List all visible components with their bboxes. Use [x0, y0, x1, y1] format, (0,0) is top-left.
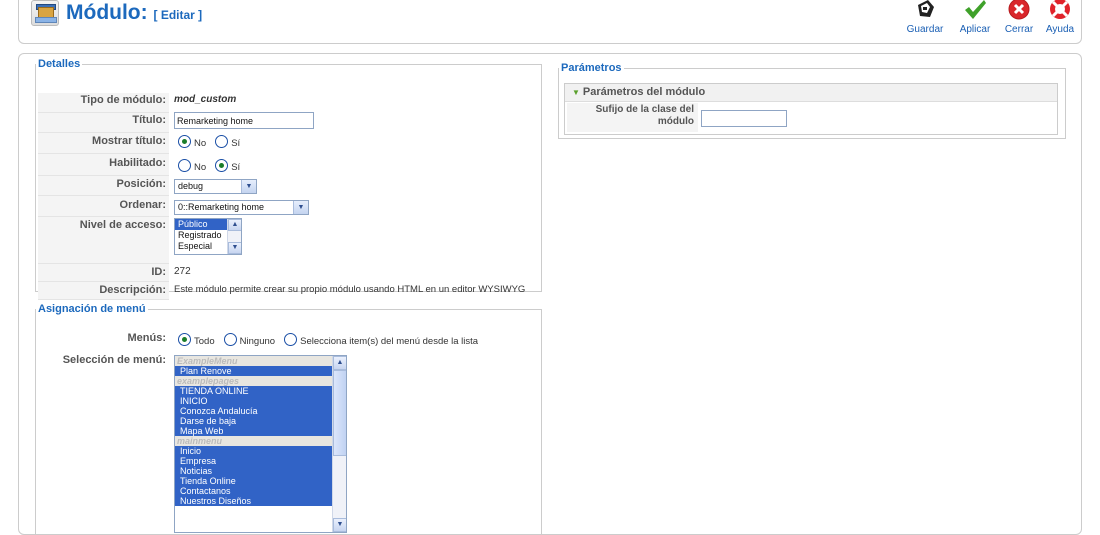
- module-parameters-title: Parámetros del módulo: [582, 86, 706, 98]
- details-fieldset: Detalles Tipo de módulo: mod_custom Títu…: [35, 58, 542, 300]
- menu-group-header: ExampleMenu: [175, 356, 346, 366]
- menus-radios: Todo Ninguno Selecciona item(s) del menú…: [178, 333, 484, 347]
- help-label: Ayuda: [1045, 24, 1075, 35]
- lifebuoy-icon: [1050, 0, 1070, 19]
- expand-triangle-icon: ▼: [572, 88, 580, 97]
- details-legend: Detalles: [38, 58, 81, 70]
- menu-group-header: examplepages: [175, 376, 346, 386]
- chevron-down-icon: ▼: [241, 180, 256, 193]
- show-title-no-label: No: [194, 138, 207, 149]
- description-value: Este módulo permite crear su propio módu…: [174, 284, 526, 295]
- close-icon: [1008, 0, 1030, 20]
- save-label: Guardar: [906, 24, 944, 35]
- suffix-label: Sufijo de la clase del módulo: [565, 104, 694, 128]
- menu-item[interactable]: Darse de baja: [175, 416, 346, 426]
- show-title-yes-radio[interactable]: [215, 135, 229, 148]
- show-title-radios: No Sí: [178, 135, 246, 149]
- scroll-thumb[interactable]: [333, 370, 346, 456]
- suffix-label-line2: módulo: [657, 116, 694, 127]
- title-label: Título:: [132, 114, 166, 126]
- access-list-scrollbar[interactable]: ▲ ▼: [227, 219, 241, 254]
- show-title-label: Mostrar título:: [92, 135, 166, 147]
- menu-item[interactable]: Mapa Web: [175, 426, 346, 436]
- position-value: debug: [178, 181, 204, 191]
- scroll-down-icon[interactable]: ▼: [228, 242, 241, 254]
- apply-button[interactable]: Aplicar: [955, 0, 995, 35]
- menu-selection-label: Selección de menú:: [62, 354, 166, 366]
- access-level-list[interactable]: Público Registrado Especial ▲ ▼: [174, 218, 242, 255]
- menus-none-radio[interactable]: [223, 333, 237, 346]
- position-label: Posición:: [116, 178, 166, 190]
- module-manager-icon: [31, 0, 59, 26]
- scroll-up-icon[interactable]: ▲: [228, 219, 241, 231]
- save-icon: [918, 0, 934, 17]
- menus-select-radio[interactable]: [284, 333, 298, 346]
- close-label: Cerrar: [1004, 24, 1034, 35]
- enabled-yes-radio[interactable]: [215, 159, 229, 172]
- menus-all-label: Todo: [194, 336, 215, 347]
- menu-item[interactable]: Contactanos: [175, 486, 346, 496]
- close-button[interactable]: Cerrar: [999, 0, 1039, 35]
- module-type-value: mod_custom: [174, 94, 237, 105]
- parameters-fieldset: Parámetros ▼ Parámetros del módulo Sufijo…: [558, 62, 1066, 139]
- id-label: ID:: [151, 266, 166, 278]
- enabled-no-label: No: [194, 162, 207, 173]
- suffix-label-line1: Sufijo de la clase del: [595, 104, 694, 115]
- menus-label: Menús:: [127, 332, 167, 344]
- show-title-no-radio[interactable]: [178, 135, 191, 148]
- position-select[interactable]: debug ▼: [174, 179, 257, 194]
- help-button[interactable]: Ayuda: [1040, 0, 1080, 35]
- menu-item[interactable]: Inicio: [175, 446, 346, 456]
- scroll-down-icon[interactable]: ▼: [333, 518, 346, 532]
- module-type-label: Tipo de módulo:: [80, 94, 166, 106]
- parameters-legend: Parámetros: [561, 62, 622, 74]
- menus-none-label: Ninguno: [239, 336, 276, 347]
- menus-all-radio[interactable]: [178, 333, 191, 346]
- id-value: 272: [174, 266, 191, 277]
- checkmark-icon: [965, 0, 986, 19]
- menu-item[interactable]: Plan Renove: [175, 366, 346, 376]
- module-parameters-panel: ▼ Parámetros del módulo Sufijo de la clas…: [564, 83, 1058, 135]
- description-label: Descripción:: [99, 284, 166, 296]
- module-parameters-header[interactable]: ▼ Parámetros del módulo: [565, 84, 1057, 102]
- menus-select-label: Selecciona item(s) del menú desde la lis…: [300, 336, 479, 347]
- menu-item[interactable]: TIENDA ONLINE: [175, 386, 346, 396]
- menu-item[interactable]: Tienda Online: [175, 476, 346, 486]
- menu-item[interactable]: INICIO: [175, 396, 346, 406]
- menu-list-scrollbar[interactable]: ▲ ▼: [332, 356, 346, 532]
- page-title-text: Módulo:: [66, 1, 148, 24]
- menu-assignment-legend: Asignación de menú: [38, 303, 146, 315]
- scroll-up-icon[interactable]: ▲: [333, 356, 346, 370]
- menu-assignment-fieldset: Asignación de menú Menús: Todo Ninguno S…: [35, 303, 542, 534]
- page-title: Módulo: [ Editar ]: [66, 1, 202, 25]
- enabled-yes-label: Sí: [231, 162, 241, 173]
- menu-selection-list[interactable]: ExampleMenu Plan Renove examplepages TIE…: [174, 355, 347, 533]
- order-select[interactable]: 0::Remarketing home ▼: [174, 200, 309, 215]
- menu-group-header: mainmenu: [175, 436, 346, 446]
- title-input[interactable]: [174, 112, 314, 129]
- enabled-label: Habilitado:: [109, 157, 166, 169]
- menu-item[interactable]: Noticias: [175, 466, 346, 476]
- menu-item[interactable]: Empresa: [175, 456, 346, 466]
- menu-item[interactable]: Nuestros Diseños: [175, 496, 346, 506]
- page-subtitle: [ Editar ]: [153, 8, 203, 22]
- order-label: Ordenar:: [119, 199, 166, 211]
- apply-label: Aplicar: [959, 24, 991, 35]
- chevron-down-icon: ▼: [293, 201, 308, 214]
- enabled-radios: No Sí: [178, 159, 246, 173]
- show-title-yes-label: Sí: [231, 138, 241, 149]
- save-button[interactable]: Guardar: [905, 0, 945, 35]
- enabled-no-radio[interactable]: [178, 159, 191, 172]
- access-level-label: Nivel de acceso:: [79, 219, 166, 231]
- suffix-input[interactable]: [701, 110, 787, 127]
- order-value: 0::Remarketing home: [178, 202, 265, 212]
- menu-item[interactable]: Conozca Andalucía: [175, 406, 346, 416]
